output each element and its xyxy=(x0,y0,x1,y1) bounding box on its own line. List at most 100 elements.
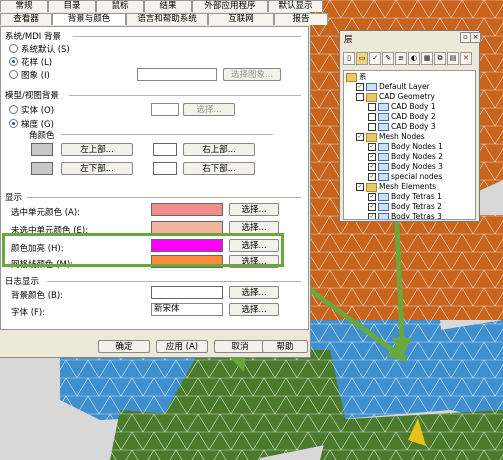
layer-tree: 系 ✓ Default Layer CAD Geometry CAD Body 1… xyxy=(343,70,476,220)
tree-node[interactable]: ✓ Body Tetras 1 xyxy=(368,192,442,202)
folder-icon xyxy=(366,92,377,102)
cancel-button[interactable]: 取消 xyxy=(214,340,266,353)
tree-node[interactable]: ✓ Body Nodes 2 xyxy=(368,152,443,162)
pencil-icon[interactable]: ✎ xyxy=(382,52,394,65)
grid-icon[interactable]: ▦ xyxy=(421,52,433,65)
tree-node-label: Default Layer xyxy=(379,82,430,91)
tab-external-apps[interactable]: 外部应用程序 xyxy=(192,0,268,12)
checkbox[interactable]: ✓ xyxy=(368,193,376,201)
checkbox[interactable]: ✓ xyxy=(368,173,376,181)
tree-node[interactable]: ✓ Mesh Nodes xyxy=(356,132,425,142)
tree-node[interactable]: CAD Body 1 xyxy=(368,102,436,112)
tree-node[interactable]: ✓ Body Nodes 3 xyxy=(368,162,443,172)
solid-color-swatch xyxy=(151,103,179,116)
bottom-left-button[interactable]: 左下部... xyxy=(61,162,133,175)
layer-icon xyxy=(378,203,389,211)
apply-button[interactable]: 应用 (A) xyxy=(156,340,208,353)
radio-solid[interactable] xyxy=(9,105,18,114)
selected-elem-swatch xyxy=(151,203,223,216)
tree-node[interactable]: CAD Body 3 xyxy=(368,122,436,132)
tab-background-colors[interactable]: 背景与颜色 xyxy=(52,13,126,25)
properties-icon[interactable]: ▤ xyxy=(447,52,459,65)
bottom-left-swatch xyxy=(31,162,53,175)
visibility-icon[interactable]: ◐ xyxy=(408,52,420,65)
select-image-button[interactable]: 选择图象... xyxy=(223,68,281,81)
selected-elem-choose-button[interactable]: 选择... xyxy=(229,203,279,216)
check-icon[interactable]: ✓ xyxy=(369,52,381,65)
log-font-choose-button[interactable]: 选择... xyxy=(229,303,279,316)
delete-icon[interactable]: ✕ xyxy=(460,52,472,65)
checkbox[interactable] xyxy=(368,123,376,131)
checkbox[interactable]: ✓ xyxy=(368,213,376,219)
log-font-field[interactable]: 新宋体 xyxy=(151,303,223,316)
highlight-annotation-box xyxy=(2,233,284,267)
checkbox[interactable] xyxy=(368,103,376,111)
checkbox[interactable]: ✓ xyxy=(356,133,364,141)
tree-node-label: Mesh Elements xyxy=(379,182,437,191)
folder-icon[interactable]: ▭ xyxy=(356,52,368,65)
top-left-swatch xyxy=(31,143,53,156)
tab-panel: 系统/MDI 背景 系统默认 (S) 花样 (L) 图象 (I) 选择图象...… xyxy=(0,26,309,330)
tree-node[interactable]: ✓ special nodes xyxy=(368,172,442,182)
selected-elem-label: 选中单元颜色 (A): xyxy=(11,208,81,218)
radio-gradient[interactable] xyxy=(9,119,18,128)
radio-pattern[interactable] xyxy=(9,57,18,66)
layer-toolbar: ▯ ▭ ✓ ✎ ≡ ◐ ▦ ⧉ ▤ ✕ xyxy=(343,52,477,67)
section-title-mdi-bg: 系统/MDI 背景 xyxy=(5,32,61,42)
log-bg-swatch xyxy=(151,286,223,299)
checkbox[interactable] xyxy=(368,113,376,121)
tab-results[interactable]: 结果 xyxy=(144,0,192,12)
radio-image-label: 图象 (I) xyxy=(21,71,50,81)
tree-node[interactable]: ✓ Mesh Elements xyxy=(356,182,436,192)
checkbox[interactable]: ✓ xyxy=(356,183,364,191)
layer-panel-title: 层 xyxy=(344,35,353,45)
tab-internet[interactable]: 互联网 xyxy=(208,13,274,25)
image-path-field[interactable] xyxy=(137,68,217,81)
top-right-button[interactable]: 右上部... xyxy=(183,143,255,156)
tree-node[interactable]: ✓ Default Layer xyxy=(356,82,430,92)
folder-icon xyxy=(366,182,377,192)
tree-node[interactable]: CAD Geometry xyxy=(356,92,435,102)
tab-report[interactable]: 报告 xyxy=(274,13,328,25)
tree-node-label: Body Nodes 3 xyxy=(391,162,443,171)
tab-general[interactable]: 常规 xyxy=(0,0,48,12)
tree-node[interactable]: ✓ Body Tetras 3 xyxy=(368,212,442,219)
divider xyxy=(73,36,301,37)
tab-default-display[interactable]: 默认显示 xyxy=(268,0,323,12)
layer-icon xyxy=(378,123,389,131)
bottom-right-button[interactable]: 右下部... xyxy=(183,162,255,175)
solid-choose-button[interactable]: 选择... xyxy=(183,103,235,116)
section-title-log: 日志显示 xyxy=(5,277,40,287)
help-button[interactable]: 帮助 xyxy=(262,340,308,353)
tree-root[interactable]: 系 xyxy=(346,72,367,82)
tree-node[interactable]: ✓ Body Tetras 2 xyxy=(368,202,442,212)
section-title-model-bg: 模型/视图背景 xyxy=(5,91,59,101)
checkbox[interactable]: ✓ xyxy=(368,203,376,211)
log-bg-choose-button[interactable]: 选择... xyxy=(229,286,279,299)
checkbox[interactable]: ✓ xyxy=(368,143,376,151)
tree-node-label: Body Nodes 2 xyxy=(391,152,443,161)
checkbox[interactable]: ✓ xyxy=(368,153,376,161)
checkbox[interactable]: ✓ xyxy=(368,163,376,171)
tab-language-help[interactable]: 语言和帮助系统 xyxy=(126,13,208,25)
new-layer-icon[interactable]: ▯ xyxy=(343,52,355,65)
top-left-button[interactable]: 左上部... xyxy=(61,143,133,156)
tab-mouse[interactable]: 鼠标 xyxy=(96,0,144,12)
top-right-swatch xyxy=(153,143,177,156)
close-icon[interactable]: × xyxy=(470,32,481,43)
divider xyxy=(69,95,301,96)
tab-directory[interactable]: 目录 xyxy=(48,0,96,12)
tree-node[interactable]: ✓ Body Nodes 1 xyxy=(368,142,443,152)
radio-system-default[interactable] xyxy=(9,44,18,53)
copy-icon[interactable]: ⧉ xyxy=(434,52,446,65)
checkbox[interactable]: ✓ xyxy=(356,83,364,91)
tree-node-label: Body Nodes 1 xyxy=(391,142,443,151)
checkbox[interactable] xyxy=(356,93,364,101)
radio-image[interactable] xyxy=(9,70,18,79)
tab-viewer[interactable]: 查看器 xyxy=(0,13,52,25)
tree-node[interactable]: CAD Body 2 xyxy=(368,112,436,122)
tree-root-label: 系 xyxy=(359,72,367,81)
layer-panel: 层 ▫ × ▯ ▭ ✓ ✎ ≡ ◐ ▦ ⧉ ▤ ✕ 系 ✓ Default Lay… xyxy=(339,30,481,222)
layers-icon[interactable]: ≡ xyxy=(395,52,407,65)
ok-button[interactable]: 确定 xyxy=(98,340,150,353)
